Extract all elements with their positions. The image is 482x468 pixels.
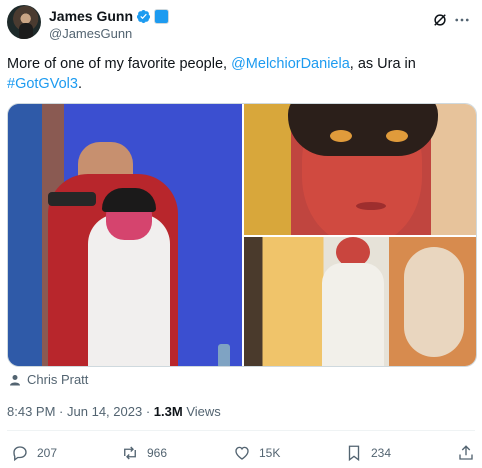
photo-set-panel <box>404 247 464 357</box>
like-button[interactable]: 15K <box>233 444 280 462</box>
photo-prop-bottle <box>218 344 230 366</box>
author-name-row: James Gunn <box>49 8 170 24</box>
reply-button[interactable]: 207 <box>11 444 57 462</box>
tweet-text: More of one of my favorite people, @Melc… <box>7 54 467 94</box>
photo-2[interactable] <box>244 104 476 235</box>
bookmark-button[interactable]: 234 <box>345 444 391 462</box>
tweet-text-before: More of one of my favorite people, <box>7 56 232 72</box>
photo-mouth <box>356 202 386 210</box>
media-grid <box>7 103 477 367</box>
person-icon <box>10 374 20 385</box>
share-button[interactable] <box>457 444 475 462</box>
verified-badge-icon[interactable] <box>136 9 151 24</box>
photo-1[interactable] <box>8 104 242 366</box>
meta-separator: · <box>145 404 151 419</box>
grok-icon[interactable] <box>431 11 449 29</box>
author-display-name[interactable]: James Gunn <box>49 8 133 24</box>
tweet-time[interactable]: 8:43 PM <box>7 404 55 419</box>
divider <box>7 430 475 431</box>
photo-figure-hair <box>102 188 156 212</box>
photo-eye-left <box>330 130 352 142</box>
photo-3[interactable] <box>244 237 476 366</box>
more-options-icon[interactable] <box>453 11 471 29</box>
hashtag-link[interactable]: #GotGVol3 <box>7 76 78 92</box>
reply-count: 207 <box>37 446 58 460</box>
photo-figure-suit <box>322 263 384 366</box>
affiliation-badge-icon[interactable] <box>154 8 170 24</box>
photo-eye-right <box>386 130 408 142</box>
bookmark-icon <box>348 445 360 462</box>
tagged-person-name[interactable]: Chris Pratt <box>27 372 88 387</box>
avatar[interactable] <box>7 5 41 39</box>
heart-icon <box>235 446 249 460</box>
like-count: 15K <box>259 446 281 460</box>
bookmark-count: 234 <box>371 446 392 460</box>
meta-separator: · <box>59 404 64 419</box>
photo-hair <box>288 104 438 156</box>
repost-button[interactable]: 966 <box>121 444 167 462</box>
tweet-meta: 8:43 PM · Jun 14, 2023 · 1.3M Views <box>7 404 221 419</box>
photo-backdrop-wall <box>8 104 42 366</box>
views-label: Views <box>186 404 221 419</box>
tweet-actions: 207 966 15K 234 <box>7 444 475 464</box>
repost-count: 966 <box>147 446 168 460</box>
author-handle[interactable]: @JamesGunn <box>49 26 132 41</box>
mention-link[interactable]: @MelchiorDaniela <box>231 56 350 72</box>
tweet-text-middle: , as Ura in <box>349 56 416 72</box>
tweet-text-after: . <box>77 76 82 92</box>
repost-icon <box>124 446 136 460</box>
tweet-date[interactable]: Jun 14, 2023 <box>67 404 142 419</box>
photo-prop-blaster <box>48 192 96 206</box>
reply-icon <box>13 446 27 462</box>
views-count: 1.3M <box>153 404 183 419</box>
share-icon <box>459 445 473 460</box>
media-tag[interactable]: Chris Pratt <box>9 372 88 387</box>
tweet-header: James Gunn @JamesGunn <box>7 5 475 41</box>
